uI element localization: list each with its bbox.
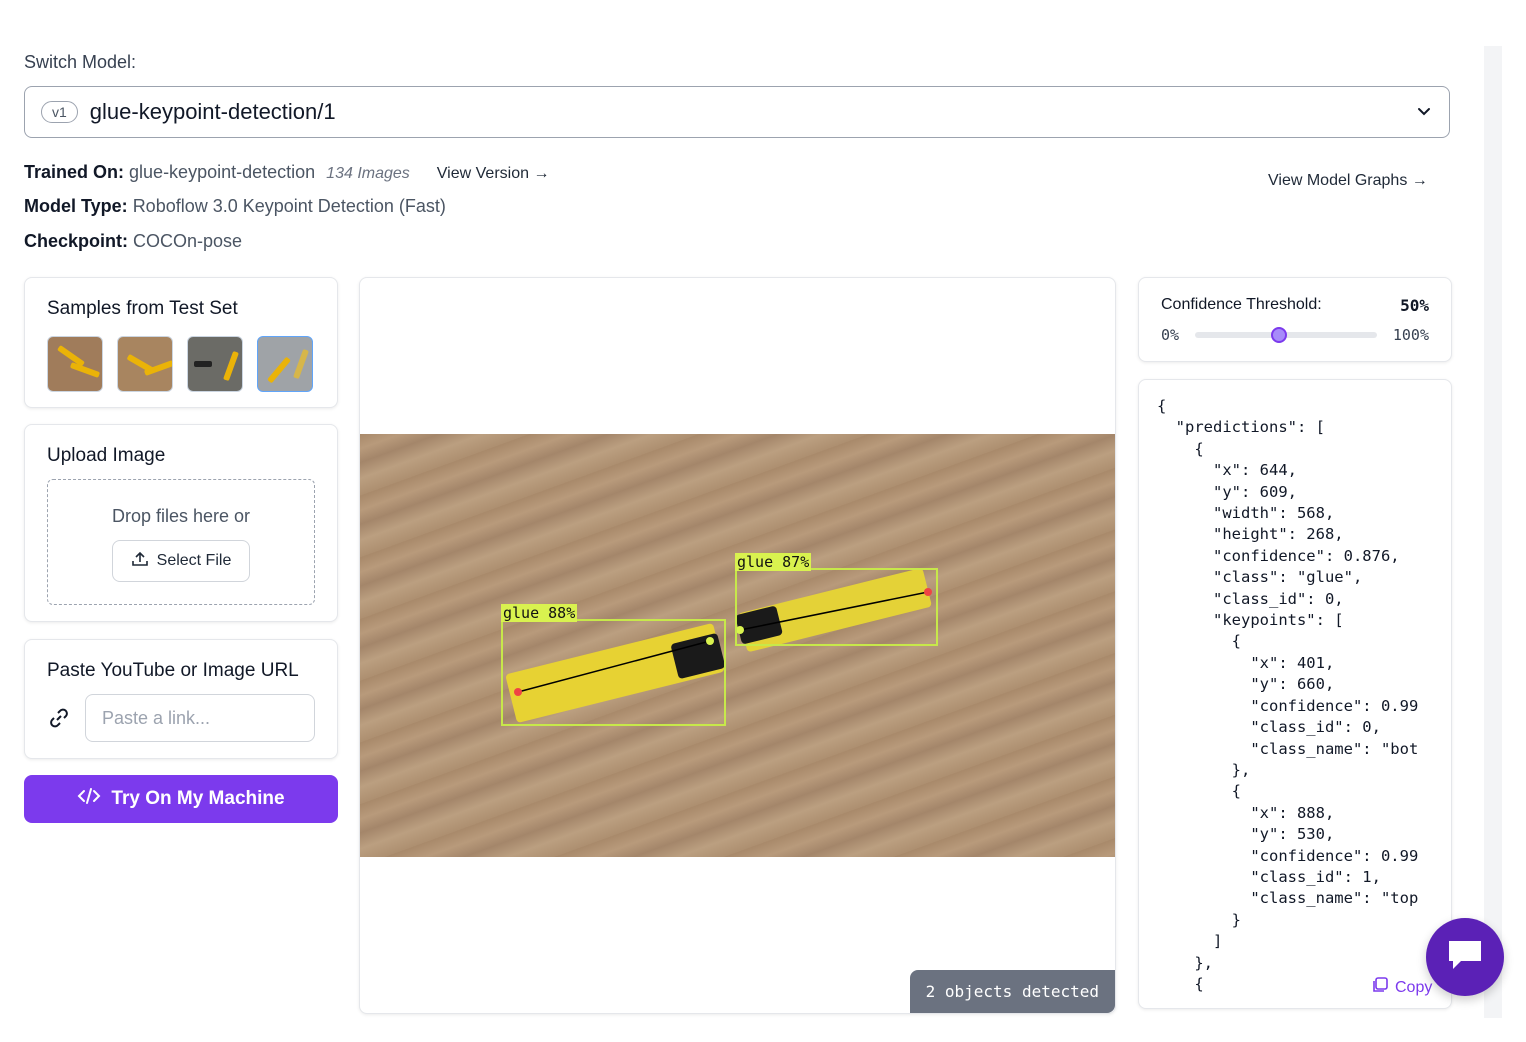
checkpoint-value: COCOn-pose bbox=[133, 231, 243, 251]
copy-button[interactable]: Copy bbox=[1371, 976, 1433, 999]
select-file-button[interactable]: Select File bbox=[112, 540, 250, 582]
checkpoint-label: Checkpoint: bbox=[24, 231, 129, 251]
upload-icon bbox=[131, 550, 149, 573]
drop-zone[interactable]: Drop files here or Select File bbox=[47, 479, 315, 605]
trained-on-line: Trained On: glue-keypoint-detection 134 … bbox=[24, 162, 549, 183]
sample-thumbnail[interactable] bbox=[47, 336, 103, 392]
switch-model-label: Switch Model: bbox=[24, 52, 137, 72]
sample-thumbnail[interactable] bbox=[117, 336, 173, 392]
trained-on-value: glue-keypoint-detection bbox=[129, 162, 316, 182]
url-title: Paste YouTube or Image URL bbox=[47, 660, 299, 681]
confidence-slider-thumb[interactable] bbox=[1271, 327, 1287, 343]
confidence-card: Confidence Threshold: 50% 0% 100% bbox=[1138, 277, 1452, 362]
detection-box[interactable] bbox=[735, 568, 938, 646]
select-file-label: Select File bbox=[156, 552, 232, 569]
try-on-my-machine-button[interactable]: Try On My Machine bbox=[24, 775, 338, 823]
view-model-graphs-link[interactable]: View Model Graphs → bbox=[1268, 172, 1428, 190]
detection-label: glue 88% bbox=[501, 604, 578, 622]
image-count: 134 Images bbox=[326, 165, 410, 182]
copy-label: Copy bbox=[1395, 978, 1433, 996]
url-input[interactable] bbox=[85, 694, 315, 742]
chat-widget-button[interactable] bbox=[1426, 918, 1504, 996]
json-output-card: { "predictions": [ { "x": 644, "y": 609,… bbox=[1138, 379, 1452, 1009]
samples-title: Samples from Test Set bbox=[47, 298, 238, 319]
model-type-line: Model Type: Roboflow 3.0 Keypoint Detect… bbox=[24, 196, 446, 217]
json-output[interactable]: { "predictions": [ { "x": 644, "y": 609,… bbox=[1157, 396, 1435, 996]
model-select[interactable]: v1 glue-keypoint-detection/1 bbox=[24, 86, 1450, 138]
link-icon bbox=[47, 706, 71, 735]
sample-thumbnail[interactable] bbox=[257, 336, 313, 392]
samples-card: Samples from Test Set bbox=[24, 277, 338, 408]
slider-min-label: 0% bbox=[1161, 326, 1180, 344]
checkpoint-line: Checkpoint: COCOn-pose bbox=[24, 231, 242, 252]
slider-max-label: 100% bbox=[1392, 326, 1429, 344]
view-version-link[interactable]: View Version → bbox=[437, 165, 550, 182]
result-image: glue 88% glue 87% bbox=[360, 434, 1115, 857]
model-type-value: Roboflow 3.0 Keypoint Detection (Fast) bbox=[132, 196, 446, 216]
model-name: glue-keypoint-detection/1 bbox=[89, 99, 336, 124]
detection-label: glue 87% bbox=[735, 553, 812, 571]
upload-title: Upload Image bbox=[47, 445, 166, 466]
sample-thumbnail[interactable] bbox=[187, 336, 243, 392]
chevron-down-icon bbox=[1415, 102, 1433, 125]
inference-result-card: glue 88% glue 87% 2 objects detected bbox=[359, 277, 1116, 1014]
scrollbar-track[interactable] bbox=[1484, 46, 1502, 1018]
chat-icon bbox=[1445, 937, 1485, 978]
detection-box[interactable] bbox=[501, 619, 726, 726]
confidence-value: 50% bbox=[1400, 296, 1429, 315]
code-icon bbox=[77, 786, 101, 812]
version-badge: v1 bbox=[41, 101, 78, 123]
model-type-label: Model Type: bbox=[24, 196, 128, 216]
trained-on-label: Trained On: bbox=[24, 162, 125, 182]
try-button-label: Try On My Machine bbox=[111, 788, 285, 809]
drop-text: Drop files here or bbox=[111, 506, 251, 526]
url-card: Paste YouTube or Image URL bbox=[24, 639, 338, 759]
confidence-label: Confidence Threshold: bbox=[1161, 296, 1322, 313]
upload-card: Upload Image Drop files here or Select F… bbox=[24, 424, 338, 622]
objects-detected-badge: 2 objects detected bbox=[909, 970, 1115, 1013]
copy-icon bbox=[1371, 976, 1389, 999]
